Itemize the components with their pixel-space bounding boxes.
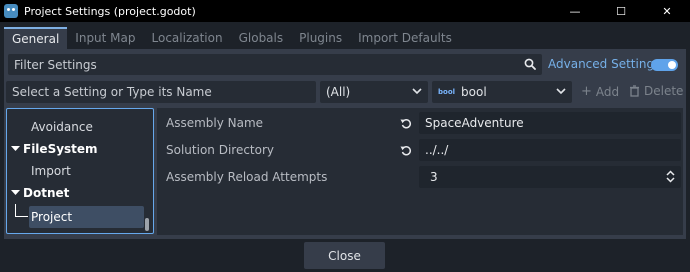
tab-import-defaults[interactable]: Import Defaults <box>350 27 460 49</box>
minimize-button[interactable]: — <box>552 0 598 22</box>
tab-bar: General Input Map Localization Globals P… <box>0 27 690 49</box>
tab-plugins[interactable]: Plugins <box>291 27 350 49</box>
revert-icon[interactable] <box>400 117 412 129</box>
tab-globals[interactable]: Globals <box>231 27 292 49</box>
stepper-arrows-icon[interactable] <box>666 170 675 183</box>
tree-item-label: FileSystem <box>23 142 98 156</box>
tree-item-filesystem[interactable]: FileSystem <box>7 138 98 160</box>
advanced-settings-toggle[interactable] <box>651 59 678 71</box>
tree-item-label: Avoidance <box>31 120 93 134</box>
tree-scrollbar[interactable] <box>145 218 149 231</box>
tree-item-import[interactable]: Import <box>7 160 71 182</box>
delete-button-label: Delete <box>644 84 684 98</box>
bool-type-icon: bool <box>438 88 456 96</box>
tree-connector <box>15 216 28 217</box>
tab-general[interactable]: General <box>4 27 68 49</box>
add-button[interactable]: + Add <box>581 84 619 99</box>
chevron-down-icon <box>412 88 422 95</box>
filter-settings-input[interactable]: Filter Settings <box>8 54 542 75</box>
category-select[interactable]: (All) <box>320 81 428 103</box>
window-title: Project Settings (project.godot) <box>24 4 196 18</box>
trash-icon <box>630 85 639 97</box>
tree-item-avoidance[interactable]: Avoidance <box>7 116 93 138</box>
expand-arrow-icon <box>11 146 20 151</box>
setting-label-assembly-reload-attempts: Assembly Reload Attempts <box>166 170 328 184</box>
close-window-button[interactable]: ✕ <box>644 0 690 22</box>
tree-connector <box>15 204 16 216</box>
type-select[interactable]: bool bool <box>432 81 572 103</box>
tree-item-dotnet[interactable]: Dotnet <box>7 182 69 204</box>
assembly-reload-attempts-value: 3 <box>430 170 438 184</box>
add-button-label: Add <box>595 84 620 99</box>
title-bar: Project Settings (project.godot) — ☐ ✕ <box>0 0 690 22</box>
tab-input-map[interactable]: Input Map <box>67 27 143 49</box>
assembly-reload-attempts-spinbox[interactable]: 3 <box>419 166 681 188</box>
tree-item-project[interactable]: Project <box>29 206 144 228</box>
plus-icon: + <box>581 84 592 99</box>
tab-localization[interactable]: Localization <box>144 27 231 49</box>
assembly-name-field[interactable]: SpaceAdventure <box>419 112 681 134</box>
chevron-down-icon <box>556 88 566 95</box>
close-button[interactable]: Close <box>304 242 385 269</box>
advanced-settings-label: Advanced Settings <box>548 57 661 71</box>
category-select-value: (All) <box>326 85 351 99</box>
expand-arrow-icon <box>11 190 20 195</box>
solution-directory-field[interactable]: ../../ <box>419 139 681 161</box>
revert-icon[interactable] <box>400 144 412 156</box>
godot-logo-icon <box>4 4 18 18</box>
tree-item-label: Project <box>31 210 73 224</box>
setting-label-assembly-name: Assembly Name <box>166 116 264 130</box>
window-controls: — ☐ ✕ <box>552 0 690 22</box>
setting-label-solution-directory: Solution Directory <box>166 143 275 157</box>
setting-name-input[interactable]: Select a Setting or Type its Name <box>6 81 316 103</box>
search-icon <box>524 58 536 70</box>
type-select-value: bool <box>461 85 487 99</box>
maximize-button[interactable]: ☐ <box>598 0 644 22</box>
tree-item-label: Import <box>31 164 71 178</box>
delete-button[interactable]: Delete <box>629 84 683 98</box>
settings-category-tree[interactable]: Avoidance FileSystem Import Dotnet Proje… <box>6 108 154 234</box>
